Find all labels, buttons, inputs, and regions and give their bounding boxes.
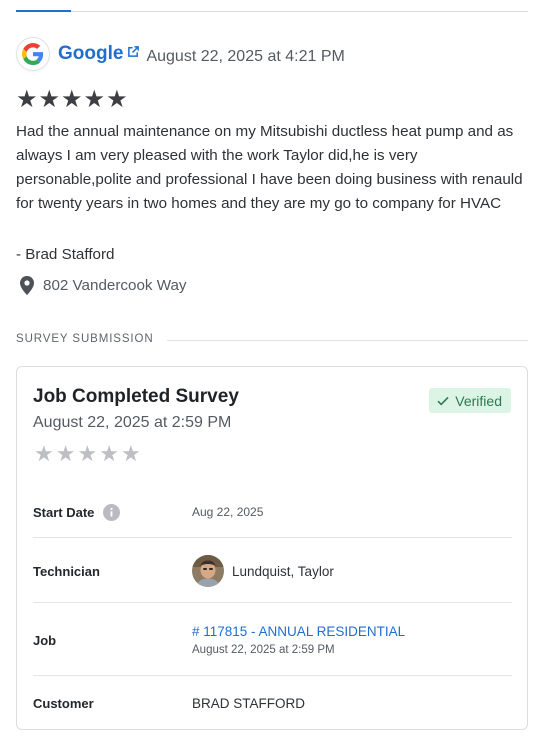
star-outline-icon: ★	[120, 442, 141, 467]
review-header: Google August 22, 2025 at 4:21 PM	[16, 37, 345, 71]
active-tab-indicator	[16, 10, 71, 12]
job-info: # 117815 - ANNUAL RESIDENTIAL August 22,…	[192, 624, 405, 656]
star-icon: ★	[38, 85, 61, 113]
row-divider	[33, 602, 512, 603]
customer-label: Customer	[33, 695, 94, 711]
check-icon	[437, 396, 449, 406]
review-rating: ★ ★ ★ ★ ★	[16, 87, 128, 111]
star-icon: ★	[83, 85, 106, 113]
review-author: - Brad Stafford	[16, 246, 115, 263]
customer-name: BRAD STAFFORD	[192, 695, 306, 711]
job-date: August 22, 2025 at 2:59 PM	[192, 644, 335, 656]
google-logo-icon	[16, 37, 50, 71]
survey-card: Job Completed Survey August 22, 2025 at …	[16, 366, 528, 730]
star-icon: ★	[106, 85, 128, 113]
review-text: Had the annual maintenance on my Mitsubi…	[16, 123, 523, 212]
map-pin-icon	[20, 276, 34, 295]
source-name: Google	[58, 43, 124, 64]
survey-title: Job Completed Survey	[33, 386, 239, 407]
row-divider	[33, 675, 512, 676]
customer-row: Customer BRAD STAFFORD	[33, 691, 512, 715]
job-link[interactable]: # 117815 - ANNUAL RESIDENTIAL	[192, 624, 405, 639]
star-outline-icon: ★	[55, 442, 76, 467]
star-outline-icon: ★	[34, 442, 54, 467]
avatar	[192, 555, 224, 587]
section-divider	[167, 340, 528, 341]
star-outline-icon: ★	[99, 442, 119, 467]
survey-rating: ★ ★ ★ ★ ★	[34, 444, 141, 466]
job-label: Job	[33, 632, 57, 648]
star-icon: ★	[16, 85, 38, 113]
review-date: August 22, 2025 at 4:21 PM	[146, 48, 345, 65]
info-icon[interactable]	[103, 503, 121, 521]
location-text: 802 Vandercook Way	[43, 277, 187, 294]
verified-badge: Verified	[429, 388, 511, 413]
start-date-label: Start Date	[33, 504, 95, 520]
verified-label: Verified	[455, 392, 502, 409]
row-divider	[33, 537, 512, 538]
star-icon: ★	[61, 85, 83, 113]
technician-row: Technician Lundquist, Taylor	[33, 555, 512, 587]
top-divider	[16, 11, 528, 12]
technician-label: Technician	[33, 563, 100, 579]
job-row: Job # 117815 - ANNUAL RESIDENTIAL August…	[33, 621, 512, 659]
start-date-value: Aug 22, 2025	[192, 505, 264, 519]
survey-date: August 22, 2025 at 2:59 PM	[33, 414, 232, 431]
star-outline-icon: ★	[77, 442, 98, 467]
start-date-row: Start Date Aug 22, 2025	[33, 500, 512, 524]
google-source-link[interactable]: Google	[58, 43, 140, 65]
review-location: 802 Vandercook Way	[20, 276, 187, 295]
technician-name: Lundquist, Taylor	[232, 563, 334, 579]
survey-section-label: SURVEY SUBMISSION	[16, 333, 154, 345]
external-link-icon	[127, 45, 140, 58]
